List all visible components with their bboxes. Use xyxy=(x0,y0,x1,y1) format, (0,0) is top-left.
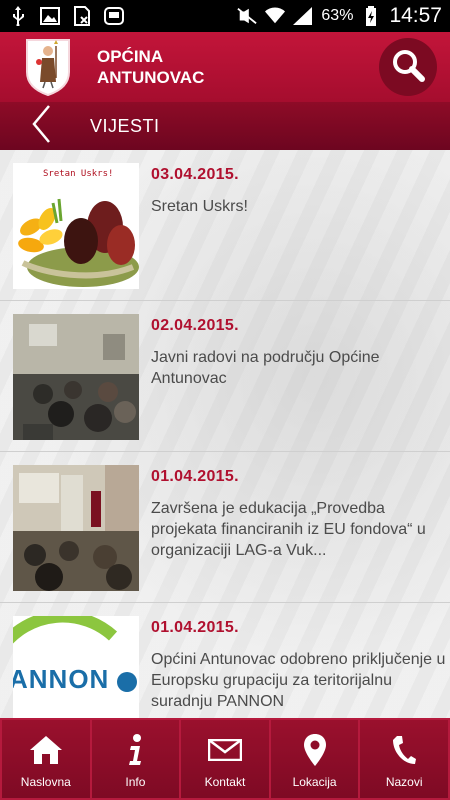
news-item[interactable]: Sretan Uskrs! 03.04.2015. Sretan Uskrs! xyxy=(0,150,450,301)
search-icon xyxy=(391,48,425,87)
news-date: 01.04.2015. xyxy=(151,619,239,636)
home-icon xyxy=(29,733,63,767)
section-title: VIJESTI xyxy=(90,115,160,136)
news-title: Javni radovi na području Općine Antunova… xyxy=(151,349,380,387)
news-thumbnail xyxy=(13,314,139,440)
news-item[interactable]: 01.04.2015. Završena je edukacija „Prove… xyxy=(0,452,450,603)
nav-contact[interactable]: Kontakt xyxy=(179,718,271,800)
nav-contact-label: Kontakt xyxy=(204,775,246,789)
news-item[interactable]: ANNON 01.04.2015. Općini Antunovac odobr… xyxy=(0,603,450,718)
usb-icon xyxy=(8,6,28,26)
app-title-line2: ANTUNOVAC xyxy=(97,68,205,87)
clock: 14:57 xyxy=(389,4,442,27)
battery-icon xyxy=(361,6,381,26)
app-header: OPĆINA ANTUNOVAC xyxy=(0,32,450,102)
info-icon xyxy=(125,733,145,767)
pannon-logo-text: ANNON xyxy=(13,664,110,694)
news-item[interactable]: 02.04.2015. Javni radovi na području Opć… xyxy=(0,301,450,452)
bottom-navigation: Naslovna Info Kontakt Lokacija Nazovi xyxy=(0,718,450,800)
nav-location[interactable]: Lokacija xyxy=(268,718,361,800)
no-sim-icon xyxy=(72,6,92,26)
phone-icon xyxy=(391,733,417,767)
battery-percent: 63% xyxy=(321,7,354,24)
nav-home[interactable]: Naslovna xyxy=(0,718,92,800)
news-thumbnail: ANNON xyxy=(13,616,139,718)
nav-call[interactable]: Nazovi xyxy=(358,718,450,800)
mute-icon xyxy=(237,6,258,26)
app-title: OPĆINA ANTUNOVAC xyxy=(97,46,257,88)
image-icon xyxy=(40,6,60,26)
municipality-crest-logo xyxy=(25,38,71,96)
app-title-line1: OPĆINA xyxy=(97,47,164,66)
nav-call-label: Nazovi xyxy=(385,775,423,789)
news-thumbnail xyxy=(13,465,139,591)
news-thumbnail: Sretan Uskrs! xyxy=(13,163,139,289)
status-bar: 63% 14:57 xyxy=(0,0,450,32)
search-button[interactable] xyxy=(379,38,437,96)
nav-info-label: Info xyxy=(125,775,146,789)
nav-home-label: Naslovna xyxy=(20,775,71,789)
back-button[interactable] xyxy=(16,102,66,150)
news-title: Sretan Uskrs! xyxy=(151,198,248,215)
mail-icon xyxy=(207,733,242,767)
chevron-left-icon xyxy=(31,104,51,149)
wifi-icon xyxy=(265,6,286,26)
news-date: 03.04.2015. xyxy=(151,166,239,183)
news-date: 01.04.2015. xyxy=(151,468,239,485)
news-title: Općini Antunovac odobreno priključenje u… xyxy=(151,651,446,710)
nav-location-label: Lokacija xyxy=(292,775,337,789)
news-title: Završena je edukacija „Provedba projekat… xyxy=(151,500,426,559)
screen-icon xyxy=(104,6,124,26)
section-header: VIJESTI xyxy=(0,102,450,150)
location-pin-icon xyxy=(303,733,327,767)
news-list[interactable]: Sretan Uskrs! 03.04.2015. Sretan Uskrs! xyxy=(0,150,450,718)
nav-info[interactable]: Info xyxy=(89,718,182,800)
signal-icon xyxy=(293,6,313,26)
news-date: 02.04.2015. xyxy=(151,317,239,334)
